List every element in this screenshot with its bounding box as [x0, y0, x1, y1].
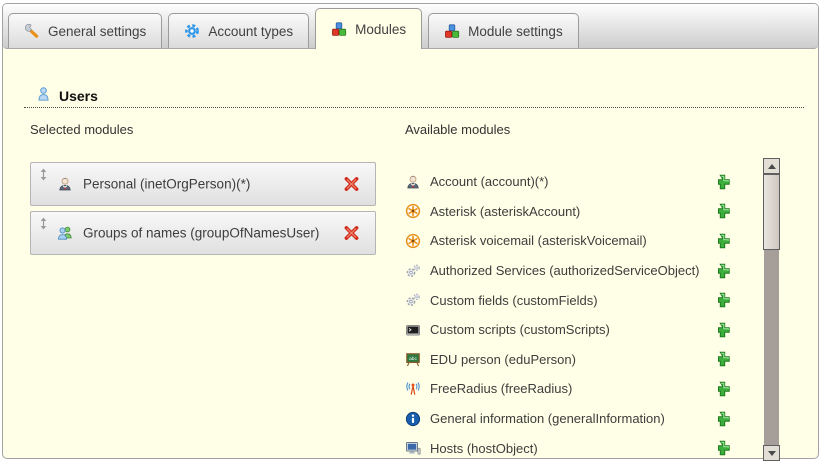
module-label: Personal (inetOrgPerson)(*) — [83, 177, 250, 192]
add-module-button[interactable] — [714, 410, 731, 427]
down-arrow-icon — [768, 451, 776, 456]
add-module-button[interactable] — [714, 203, 731, 220]
add-module-button[interactable] — [714, 262, 731, 279]
settings-panel: General settings Account types Modules M… — [2, 3, 819, 459]
group-icon — [57, 225, 73, 241]
selected-modules-list: Personal (inetOrgPerson)(*) Groups of na… — [30, 162, 376, 260]
module-label: Custom scripts (customScripts) — [430, 322, 610, 337]
host-icon — [405, 440, 421, 456]
antenna-icon — [405, 381, 421, 397]
person-suit-icon — [405, 174, 421, 190]
add-module-button[interactable] — [714, 351, 731, 368]
selected-module-row[interactable]: Personal (inetOrgPerson)(*) — [30, 162, 376, 206]
person-suit-icon — [57, 176, 73, 192]
section-divider — [24, 107, 804, 108]
user-icon — [36, 86, 51, 105]
asterisk-icon — [405, 203, 421, 219]
available-module-row: Custom scripts (customScripts) — [405, 315, 753, 345]
tab-list: General settings Account types Modules M… — [8, 8, 579, 48]
tab-bar: General settings Account types Modules M… — [3, 4, 818, 49]
available-modules-label: Available modules — [405, 122, 510, 137]
add-module-button[interactable] — [714, 232, 731, 249]
add-module-button[interactable] — [714, 173, 731, 190]
gear-icon — [184, 23, 200, 39]
drag-handle-icon[interactable] — [39, 217, 48, 230]
module-label: Groups of names (groupOfNamesUser) — [83, 226, 319, 241]
module-label: Custom fields (customFields) — [430, 293, 598, 308]
remove-module-button[interactable] — [343, 225, 360, 242]
module-label: General information (generalInformation) — [430, 411, 665, 426]
tab-label: General settings — [48, 24, 146, 39]
available-modules-list: Account (account)(*) Asterisk (asteriskA… — [405, 167, 753, 463]
chalkboard-icon: abc — [405, 351, 421, 367]
add-module-button[interactable] — [714, 292, 731, 309]
section-title: Users — [59, 88, 98, 104]
tab-module-settings[interactable]: Module settings — [428, 13, 579, 48]
available-module-row: Account (account)(*) — [405, 167, 753, 197]
svg-text:abc: abc — [409, 356, 417, 362]
available-module-row: Custom fields (customFields) — [405, 285, 753, 315]
scrollbar-down-button[interactable] — [763, 445, 780, 461]
available-module-row: Hosts (hostObject) — [405, 433, 753, 463]
add-module-button[interactable] — [714, 440, 731, 457]
available-module-row: abc EDU person (eduPerson) — [405, 345, 753, 375]
available-module-row: FreeRadius (freeRadius) — [405, 374, 753, 404]
module-label: Asterisk (asteriskAccount) — [430, 204, 580, 219]
modules-icon — [331, 21, 347, 37]
selected-module-row[interactable]: Groups of names (groupOfNamesUser) — [30, 211, 376, 255]
module-label: Account (account)(*) — [430, 174, 549, 189]
add-module-button[interactable] — [714, 380, 731, 397]
tab-label: Module settings — [468, 24, 563, 39]
tab-account-types[interactable]: Account types — [168, 13, 309, 48]
section-heading-users: Users — [36, 86, 98, 105]
module-label: Authorized Services (authorizedServiceOb… — [430, 263, 700, 278]
tab-label: Modules — [355, 22, 406, 37]
add-module-button[interactable] — [714, 321, 731, 338]
wrench-icon — [24, 23, 40, 39]
terminal-icon — [405, 322, 421, 338]
gears-icon — [405, 292, 421, 308]
gears-icon — [405, 263, 421, 279]
scrollbar-up-button[interactable] — [763, 158, 780, 174]
tab-general-settings[interactable]: General settings — [8, 13, 162, 48]
available-module-row: General information (generalInformation) — [405, 404, 753, 434]
remove-module-button[interactable] — [343, 176, 360, 193]
up-arrow-icon — [768, 164, 776, 169]
modules-icon — [444, 23, 460, 39]
module-label: Hosts (hostObject) — [430, 441, 538, 456]
available-module-row: Asterisk voicemail (asteriskVoicemail) — [405, 226, 753, 256]
drag-handle-icon[interactable] — [39, 168, 48, 181]
selected-modules-label: Selected modules — [30, 122, 133, 137]
scrollbar-thumb[interactable] — [763, 174, 780, 250]
info-icon — [405, 411, 421, 427]
module-label: Asterisk voicemail (asteriskVoicemail) — [430, 233, 647, 248]
available-modules-scrollbar[interactable] — [763, 158, 780, 461]
module-label: FreeRadius (freeRadius) — [430, 381, 572, 396]
available-module-row: Authorized Services (authorizedServiceOb… — [405, 256, 753, 286]
tab-modules[interactable]: Modules — [315, 8, 422, 49]
tab-label: Account types — [208, 24, 293, 39]
module-label: EDU person (eduPerson) — [430, 352, 576, 367]
asterisk-icon — [405, 233, 421, 249]
available-module-row: Asterisk (asteriskAccount) — [405, 197, 753, 227]
